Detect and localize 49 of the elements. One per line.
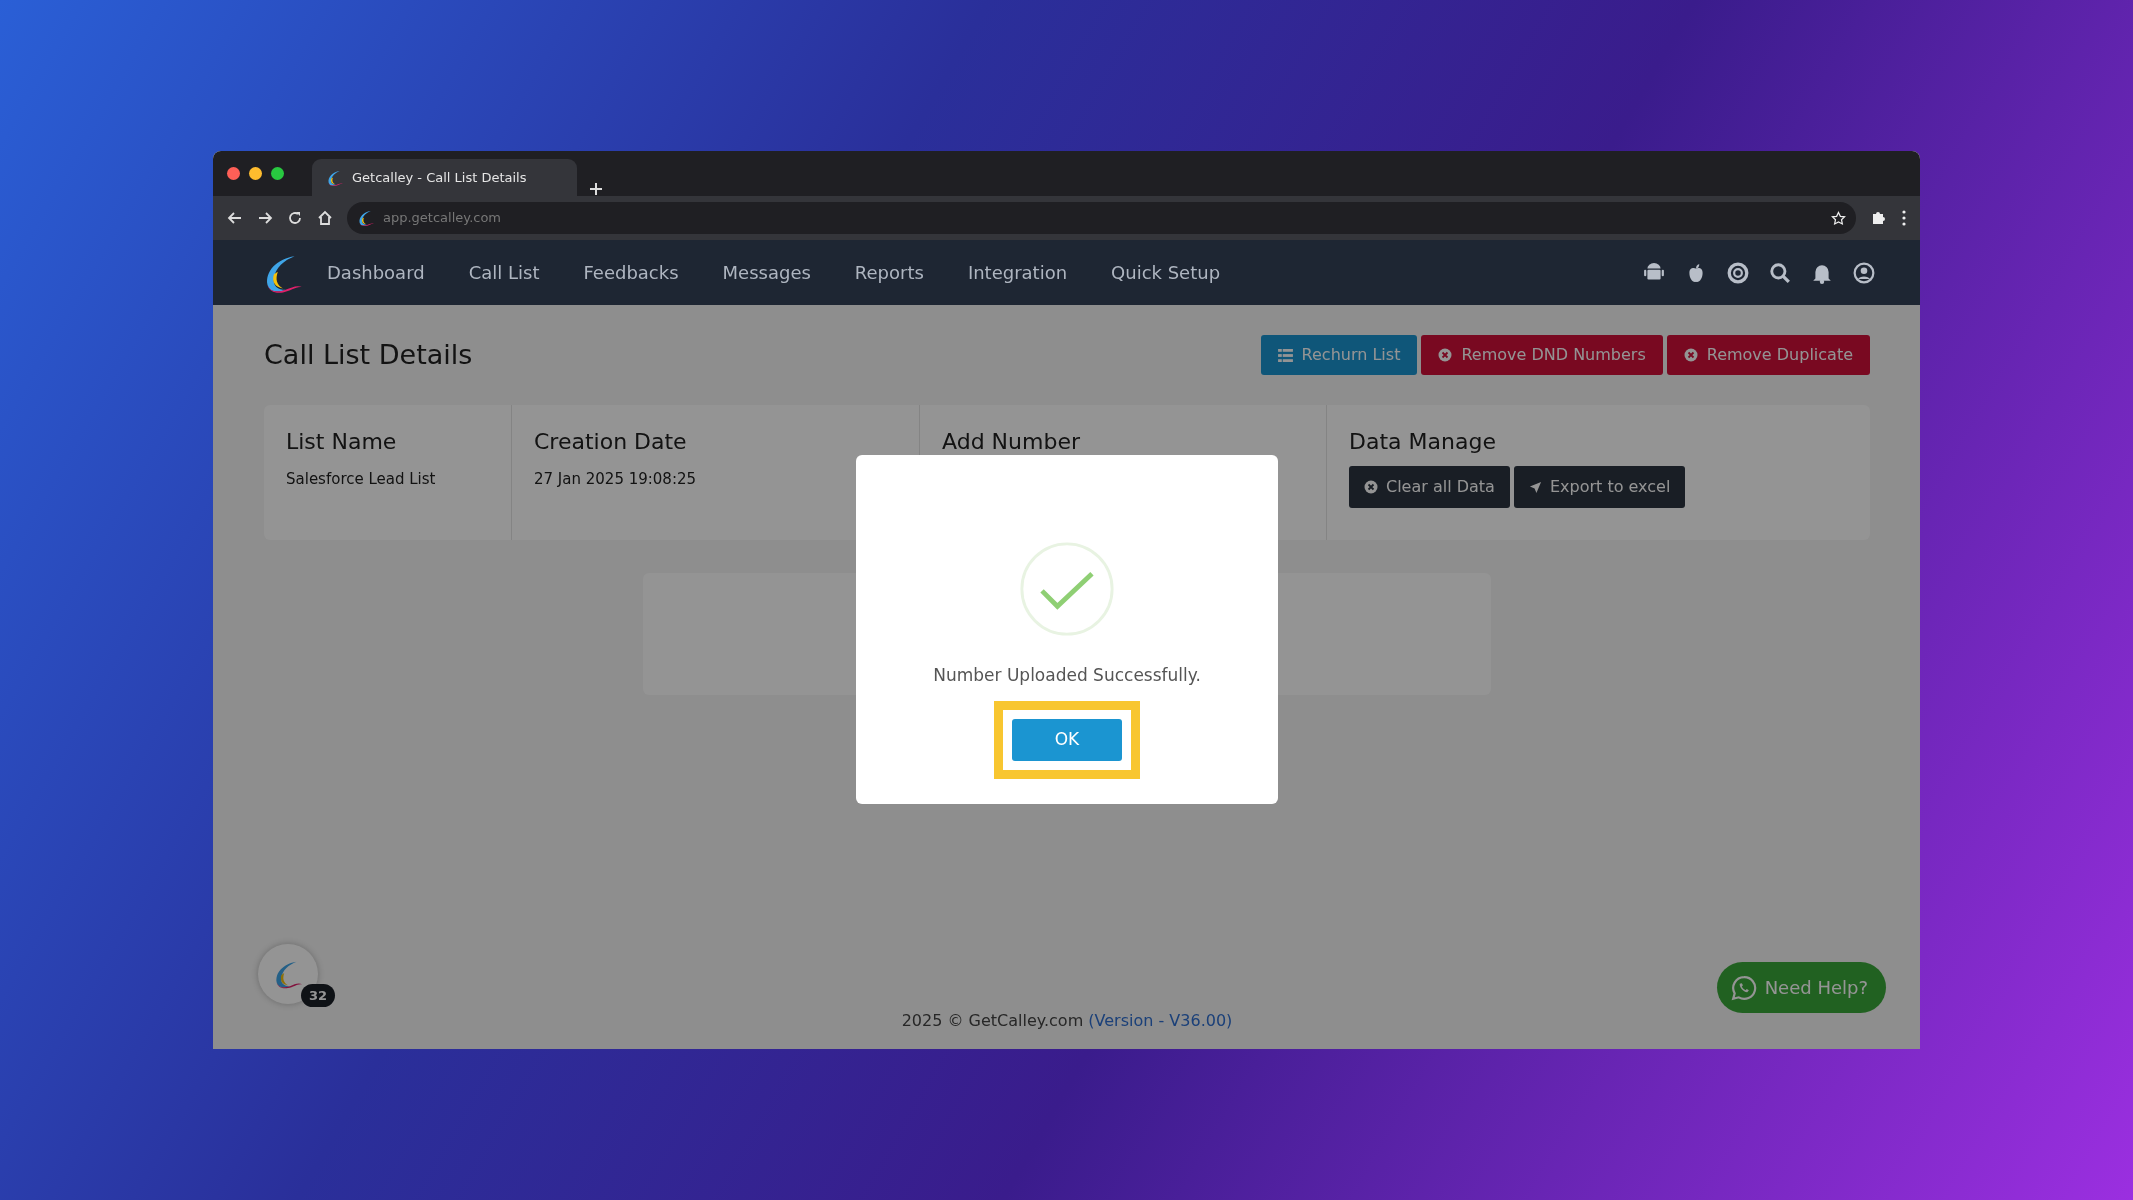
nav-link[interactable]: Messages [722, 259, 811, 286]
home-icon[interactable] [317, 210, 333, 226]
whatsapp-icon [1730, 974, 1757, 1001]
nav-link[interactable]: Integration [967, 259, 1068, 286]
success-check-icon [1019, 541, 1115, 637]
page-title: Call List Details [264, 338, 473, 372]
action-button[interactable]: Remove Duplicate [1666, 335, 1870, 375]
data-button[interactable]: Export to excel [1513, 466, 1686, 508]
lifebuoy-icon[interactable] [1727, 261, 1749, 284]
forward-icon[interactable] [257, 210, 273, 226]
new-tab-icon[interactable] [589, 182, 603, 196]
column-heading: Creation Date [534, 428, 688, 456]
close-window-button[interactable] [227, 167, 240, 180]
puzzle-icon[interactable] [1870, 209, 1888, 227]
dialog-message: Number Uploaded Successfully. [933, 664, 1201, 687]
close-circle-icon [1683, 348, 1698, 362]
column-heading: Add Number [942, 428, 1081, 456]
address-field[interactable]: app.getcalley.com [347, 202, 1856, 234]
footer-text: 2025 © GetCalley.com (Version - V36.00) [901, 1011, 1233, 1030]
back-icon[interactable] [227, 210, 243, 226]
nav-link[interactable]: Reports [854, 259, 924, 286]
reload-icon[interactable] [287, 210, 303, 226]
column-heading: List Name [286, 428, 398, 456]
browser-tab[interactable]: Getcalley - Call List Details [312, 159, 577, 196]
data-button[interactable]: Clear all Data [1349, 466, 1510, 508]
action-button[interactable]: Remove DND Numbers [1421, 335, 1663, 375]
column-value: 27 Jan 2025 19:08:25 [534, 469, 698, 490]
search-icon[interactable] [1769, 261, 1791, 284]
user-icon[interactable] [1853, 261, 1875, 284]
column-heading: Data Manage [1349, 428, 1497, 456]
nav-link[interactable]: Quick Setup [1111, 259, 1221, 286]
count-badge: 32 [301, 983, 336, 1007]
tab-title: Getcalley - Call List Details [352, 168, 527, 187]
paper-plane-icon [1528, 480, 1542, 494]
list-icon [1277, 348, 1293, 362]
minimize-window-button[interactable] [249, 167, 262, 180]
version-link[interactable]: (Version - V36.00) [1088, 1011, 1233, 1030]
nav-link[interactable]: Feedbacks [583, 259, 679, 286]
site-logo-icon [326, 168, 344, 187]
star-icon[interactable] [1831, 210, 1846, 226]
site-logo-icon [357, 209, 375, 227]
ok-button[interactable]: OK [1012, 718, 1122, 761]
close-circle-icon [1364, 480, 1378, 494]
more-icon[interactable] [1902, 210, 1906, 226]
nav-link[interactable]: Dashboard [327, 259, 425, 286]
column-value: Salesforce Lead List [286, 469, 437, 490]
maximize-window-button[interactable] [271, 167, 284, 180]
nav-link[interactable]: Call List [468, 259, 540, 286]
close-circle-icon [1438, 348, 1453, 362]
